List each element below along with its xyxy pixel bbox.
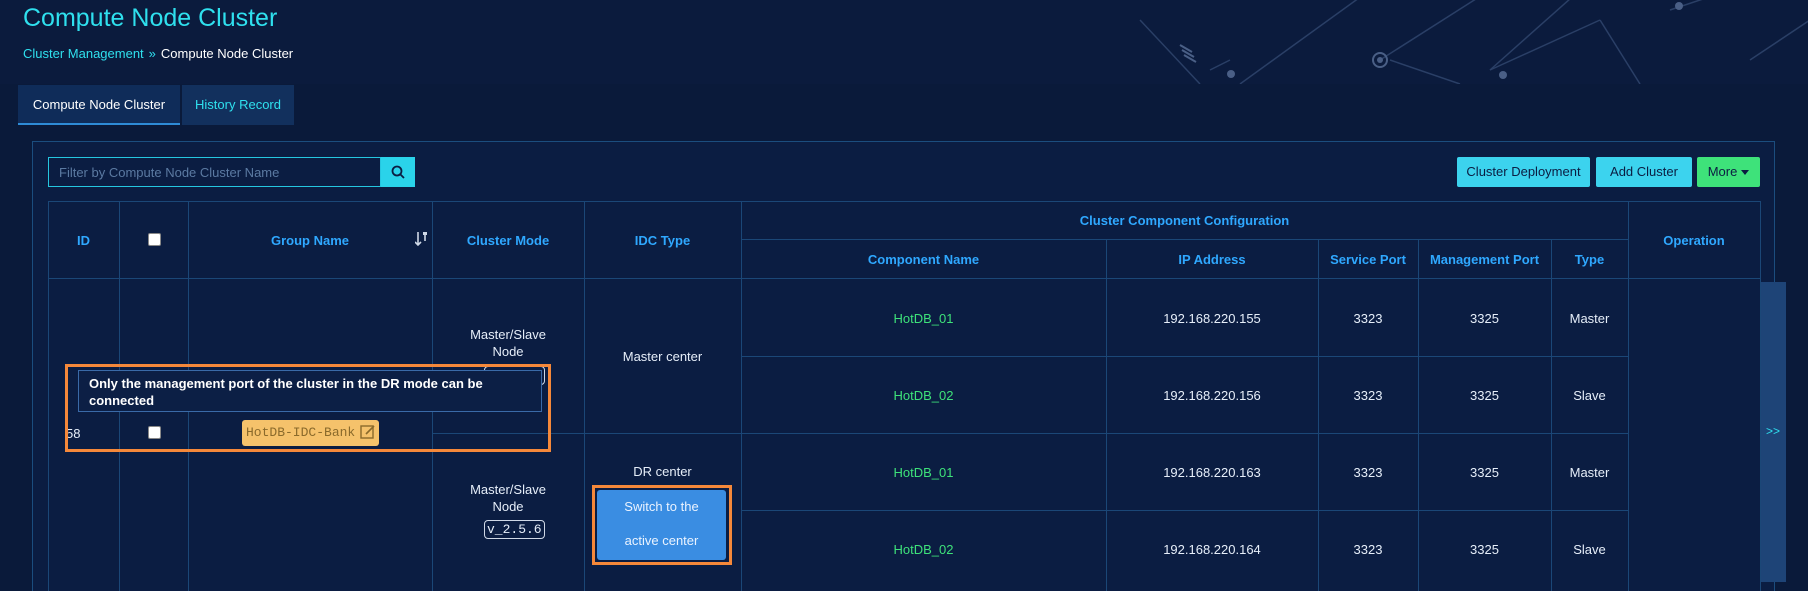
service-port: 3323 (1353, 542, 1383, 557)
header-management-port: Management Port (1429, 252, 1540, 267)
page-title: Compute Node Cluster (23, 4, 278, 32)
management-port: 3325 (1470, 542, 1499, 557)
cluster-mode-master: Master/Slave Node (458, 326, 558, 360)
management-port: 3325 (1470, 465, 1499, 480)
management-port: 3325 (1470, 311, 1499, 326)
header-service-port: Service Port (1330, 252, 1406, 267)
header-type: Type (1574, 252, 1605, 267)
expand-label: >> (1766, 424, 1781, 438)
header-ip-address: IP Address (1178, 252, 1246, 267)
cluster-mode-master-label: Master/Slave Node (470, 327, 546, 359)
component-name: HotDB_02 (893, 542, 954, 557)
cluster-mode-dr: Master/Slave Node (458, 481, 558, 515)
caret-down-icon (1741, 170, 1750, 176)
ip-address: 192.168.220.156 (1163, 388, 1261, 403)
select-all-checkbox[interactable] (148, 233, 161, 246)
idc-type-dr: DR center (633, 464, 692, 479)
header-cluster-mode: Cluster Mode (466, 233, 550, 248)
search-icon (391, 165, 405, 179)
header-component-name: Component Name (867, 252, 980, 267)
tab-history-record[interactable]: History Record (182, 85, 294, 125)
ip-address: 192.168.220.164 (1163, 542, 1261, 557)
more-button-label: More (1707, 164, 1738, 179)
circuit-decoration-icon (1139, 0, 1808, 84)
component-name: HotDB_01 (893, 465, 954, 480)
service-port: 3323 (1353, 388, 1383, 403)
tooltip-highlight (65, 364, 551, 452)
search-button[interactable] (381, 157, 415, 187)
header-id: ID (77, 233, 90, 248)
sort-icon[interactable] (415, 231, 429, 247)
expand-operations-button[interactable]: >> (1761, 282, 1786, 582)
node-type: Slave (1573, 388, 1606, 403)
idc-type-master: Master center (622, 349, 703, 364)
breadcrumb: Cluster Management » Compute Node Cluster (23, 46, 293, 61)
more-button[interactable]: More (1697, 157, 1760, 187)
version-badge-dr: v_2.5.6 (484, 520, 545, 539)
service-port: 3323 (1353, 465, 1383, 480)
breadcrumb-separator-icon: » (148, 46, 156, 61)
component-name: HotDB_01 (893, 311, 954, 326)
search-input[interactable] (48, 157, 381, 187)
cluster-deployment-button[interactable]: Cluster Deployment (1457, 157, 1590, 187)
cluster-mode-dr-label: Master/Slave Node (470, 482, 546, 514)
node-type: Master (1569, 311, 1610, 326)
header-idc-type: IDC Type (634, 233, 691, 248)
switch-highlight (592, 485, 732, 565)
component-name: HotDB_02 (893, 388, 954, 403)
page-header: Compute Node Cluster Cluster Management »… (0, 0, 1808, 84)
ip-address: 192.168.220.163 (1163, 465, 1261, 480)
tab-compute-node-cluster[interactable]: Compute Node Cluster (18, 85, 180, 125)
ip-address: 192.168.220.155 (1163, 311, 1261, 326)
header-group-name: Group Name (270, 233, 349, 248)
breadcrumb-parent-link[interactable]: Cluster Management (23, 46, 144, 61)
add-cluster-button[interactable]: Add Cluster (1596, 157, 1692, 187)
node-type: Master (1569, 465, 1610, 480)
header-operation: Operation (1663, 233, 1725, 248)
node-type: Slave (1573, 542, 1606, 557)
header-component-config: Cluster Component Configuration (1079, 213, 1290, 228)
breadcrumb-current: Compute Node Cluster (160, 46, 294, 61)
service-port: 3323 (1353, 311, 1383, 326)
management-port: 3325 (1470, 388, 1499, 403)
